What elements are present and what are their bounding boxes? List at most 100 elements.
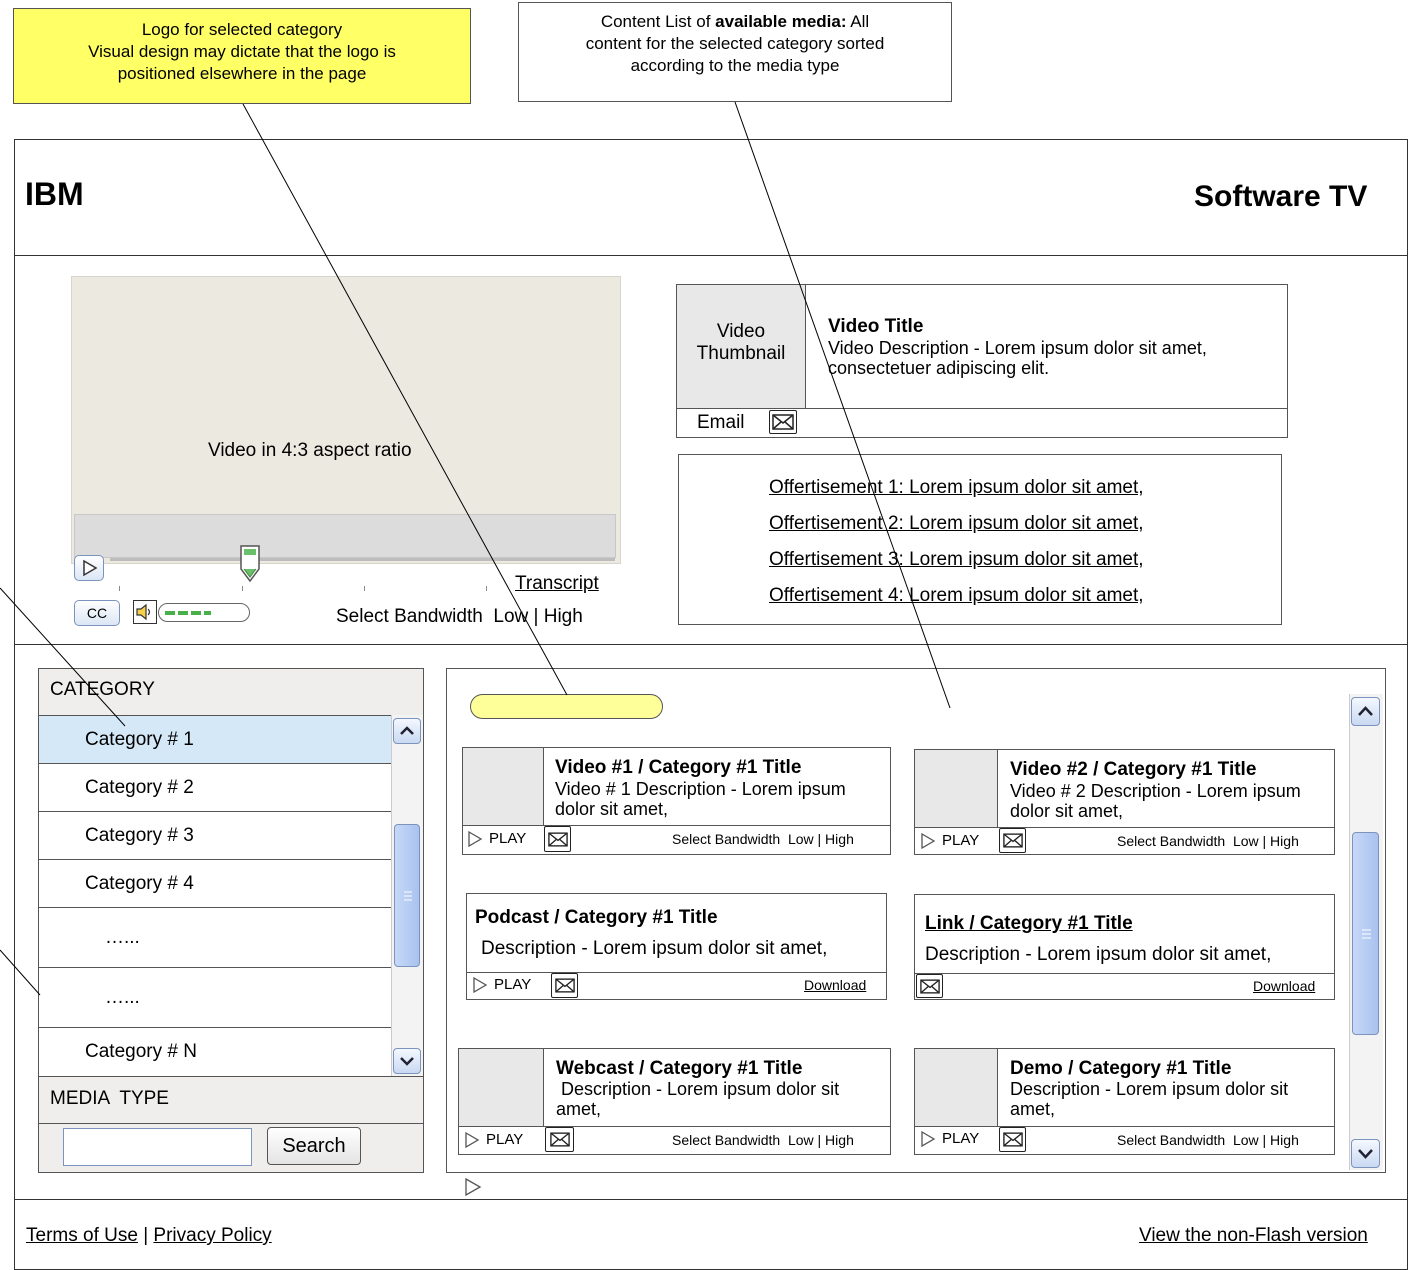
- card-thumbnail[interactable]: [459, 1049, 544, 1126]
- envelope-icon: [554, 978, 575, 993]
- card-download-link[interactable]: Download: [804, 977, 866, 993]
- card-divider: [915, 973, 1334, 974]
- content-annotation-pre: Content List of: [600, 12, 716, 31]
- content-scroll-down[interactable]: [1351, 1139, 1380, 1168]
- card-bandwidth-select[interactable]: Select Bandwidth Low | High: [672, 1132, 854, 1148]
- envelope-icon: [772, 414, 794, 430]
- category-item[interactable]: …...: [39, 907, 391, 967]
- cc-button[interactable]: CC: [74, 600, 120, 626]
- seek-handle[interactable]: [238, 543, 262, 583]
- category-item[interactable]: Category # 2: [39, 763, 391, 811]
- card-thumbnail[interactable]: [463, 748, 544, 825]
- content-scroll-up[interactable]: [1351, 697, 1380, 726]
- play-label: PLAY: [942, 832, 980, 849]
- card-play-button[interactable]: PLAY: [920, 832, 979, 849]
- play-icon: [473, 976, 488, 993]
- card-title[interactable]: Video #1 / Category #1 Title: [555, 757, 801, 778]
- volume-level: [165, 611, 211, 615]
- category-header: CATEGORY: [39, 669, 423, 715]
- category-item-label: Category # N: [85, 1040, 197, 1062]
- card-bandwidth-select[interactable]: Select Bandwidth Low | High: [1117, 833, 1299, 849]
- play-icon: [83, 559, 98, 577]
- offer-link-4[interactable]: Offertisement 4: Lorem ipsum dolor sit a…: [769, 585, 1144, 607]
- email-button[interactable]: [769, 410, 797, 434]
- card-title-link[interactable]: Link / Category #1 Title: [925, 913, 1133, 934]
- card-thumbnail[interactable]: [915, 1049, 998, 1126]
- category-item[interactable]: Category # 4: [39, 859, 391, 907]
- card-play-button[interactable]: PLAY: [920, 1130, 979, 1147]
- player-control-bar: [74, 514, 616, 558]
- card-thumbnail[interactable]: [915, 750, 998, 827]
- video-info-divider: [677, 408, 1287, 409]
- content-annotation-line3: according to the media type: [630, 56, 840, 75]
- logo-annotation: Logo for selected category Visual design…: [13, 8, 471, 104]
- chevron-up-icon: [1358, 706, 1373, 716]
- card-play-button[interactable]: PLAY: [464, 1131, 523, 1148]
- offer-link-3[interactable]: Offertisement 3: Lorem ipsum dolor sit a…: [769, 549, 1144, 571]
- card-email-button[interactable]: [999, 1127, 1026, 1152]
- play-label: PLAY: [486, 1131, 524, 1148]
- terms-link[interactable]: Terms of Use: [26, 1225, 138, 1246]
- card-play-button[interactable]: PLAY: [472, 976, 531, 993]
- content-scroll-thumb[interactable]: [1352, 832, 1379, 1035]
- media-type-header[interactable]: MEDIA TYPE: [39, 1076, 423, 1124]
- cc-label: CC: [86, 605, 108, 621]
- category-scroll-up[interactable]: [393, 718, 421, 744]
- chevron-down-icon: [1358, 1149, 1373, 1159]
- non-flash-link[interactable]: View the non-Flash version: [1139, 1225, 1368, 1247]
- card-title[interactable]: Webcast / Category #1 Title: [556, 1058, 802, 1079]
- category-item[interactable]: …...: [39, 967, 391, 1027]
- search-input[interactable]: [63, 1128, 252, 1166]
- player-bandwidth-select[interactable]: Select Bandwidth Low | High: [336, 606, 583, 628]
- logo-annotation-line3: positioned elsewhere in the page: [117, 64, 367, 83]
- privacy-link[interactable]: Privacy Policy: [153, 1225, 271, 1246]
- category-item[interactable]: Category # 1: [39, 715, 391, 763]
- category-logo-placeholder: [470, 694, 663, 719]
- card-email-button[interactable]: [999, 828, 1026, 853]
- card-email-button[interactable]: [916, 974, 943, 998]
- category-scroll-thumb[interactable]: [394, 824, 420, 967]
- card-title[interactable]: Demo / Category #1 Title: [1010, 1058, 1231, 1079]
- search-button[interactable]: Search: [267, 1127, 361, 1165]
- card-email-button[interactable]: [544, 826, 571, 852]
- transcript-link[interactable]: Transcript: [515, 573, 599, 595]
- category-list: Category # 1 Category # 2 Category # 3 C…: [39, 715, 391, 1077]
- card-divider: [459, 1126, 890, 1127]
- volume-slider[interactable]: [158, 603, 250, 622]
- offer-link-1[interactable]: Offertisement 1: Lorem ipsum dolor sit a…: [769, 477, 1144, 499]
- search-button-label: Search: [282, 1135, 346, 1157]
- category-item[interactable]: Category # 3: [39, 811, 391, 859]
- thumbnail-line2: Thumbnail: [696, 343, 786, 364]
- play-label: PLAY: [494, 976, 532, 993]
- card-email-button[interactable]: [551, 973, 578, 998]
- speaker-icon: [136, 603, 151, 621]
- chevron-down-icon: [400, 1057, 414, 1066]
- category-scroll-down[interactable]: [393, 1048, 421, 1074]
- card-play-button[interactable]: PLAY: [467, 830, 526, 847]
- category-item-label: …...: [105, 986, 140, 1008]
- envelope-icon: [1002, 833, 1023, 848]
- card-download-link[interactable]: Download: [1253, 978, 1315, 994]
- offer-link-2[interactable]: Offertisement 2: Lorem ipsum dolor sit a…: [769, 513, 1144, 535]
- footer-separator: |: [143, 1225, 149, 1246]
- logo-annotation-line1: Logo for selected category: [141, 20, 343, 39]
- logo-annotation-line2: Visual design may dictate that the logo …: [88, 42, 396, 61]
- player-play-button[interactable]: [74, 555, 104, 581]
- card-bandwidth-select[interactable]: Select Bandwidth Low | High: [672, 831, 854, 847]
- video-title: Video Title: [828, 316, 924, 337]
- envelope-icon: [919, 978, 940, 994]
- category-item[interactable]: Category # N: [39, 1027, 391, 1075]
- card-email-button[interactable]: [545, 1127, 574, 1152]
- site-title: Software TV: [1194, 180, 1368, 213]
- card-title[interactable]: Video #2 / Category #1 Title: [1010, 759, 1256, 780]
- volume-button[interactable]: [133, 600, 157, 624]
- content-expand-icon[interactable]: [463, 1177, 483, 1197]
- content-annotation-line1: Content List of available media: All: [519, 11, 951, 33]
- card-description: Description - Lorem ipsum dolor sit amet…: [481, 938, 828, 959]
- card-title[interactable]: Podcast / Category #1 Title: [475, 907, 718, 928]
- card-bandwidth-select[interactable]: Select Bandwidth Low | High: [1117, 1132, 1299, 1148]
- video-thumbnail[interactable]: Video Thumbnail: [677, 285, 806, 408]
- seek-tick: [119, 586, 120, 591]
- thumbnail-line1: Video: [716, 321, 766, 342]
- seek-track[interactable]: [110, 558, 615, 561]
